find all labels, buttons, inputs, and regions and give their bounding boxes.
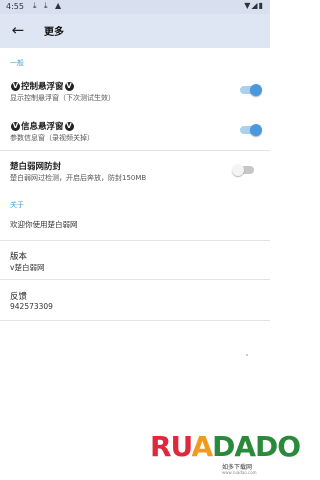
feedback-title: 反馈 <box>10 292 28 302</box>
version-title: 版本 <box>10 252 28 262</box>
scroll-dot <box>246 354 248 356</box>
arrow-left-icon[interactable]: ← <box>8 20 28 40</box>
warning-icon: ▲ <box>55 1 62 10</box>
status-bar: 4:55 ⤓ ⤓ ▲ ▼◢▮ <box>0 0 270 14</box>
toggle-float-info[interactable] <box>240 124 262 136</box>
welcome-row: 欢迎你使用楚白弱网 <box>0 216 270 236</box>
divider <box>0 240 270 241</box>
toggle-knob <box>250 124 262 136</box>
v-badge-icon: V <box>64 122 74 131</box>
setting-title: 楚白弱网防封 <box>10 162 62 172</box>
toggle-float-control[interactable] <box>240 84 262 96</box>
toggle-knob <box>250 84 262 96</box>
toggle-anti-block[interactable] <box>232 164 254 176</box>
version-row[interactable]: 版本 v楚白弱网 <box>0 246 270 276</box>
download-icon: ⤓ <box>33 1 37 10</box>
setting-title: V 控制悬浮窗 V <box>11 82 74 92</box>
app-bar: ← 更多 <box>0 14 270 48</box>
divider <box>0 320 270 321</box>
v-badge-icon: V <box>11 82 20 91</box>
feedback-row[interactable]: 反馈 942573309 <box>0 286 270 316</box>
welcome-text: 欢迎你使用楚白弱网 <box>10 220 78 229</box>
setting-title: V 信息悬浮窗 V <box>11 122 74 132</box>
setting-anti-block[interactable]: 楚白弱网防封 楚白弱网过检测，开启后奔放，防封150MB <box>0 156 270 188</box>
watermark-logo: RUADADO 如多下载网 www.ruadao.com <box>150 430 301 476</box>
setting-float-control[interactable]: V 控制悬浮窗 V 显示控制悬浮窗（下次测试生效） <box>0 76 270 108</box>
setting-subtitle: 楚白弱网过检测，开启后奔放，防封150MB <box>10 174 147 182</box>
signal-battery-icons: ▼◢▮ <box>244 1 264 10</box>
setting-subtitle: 显示控制悬浮窗（下次测试生效） <box>10 94 115 102</box>
v-badge-icon: V <box>64 82 74 91</box>
watermark-url: www.ruadao.com <box>222 470 257 475</box>
divider <box>0 279 270 280</box>
feedback-value: 942573309 <box>10 302 53 311</box>
section-general: 一般 <box>10 59 24 67</box>
section-about: 关于 <box>10 201 24 209</box>
watermark-brand: RUADADO <box>150 430 301 463</box>
page-title: 更多 <box>44 27 64 38</box>
status-time: 4:55 <box>6 2 24 11</box>
v-badge-icon: V <box>11 122 20 131</box>
toggle-knob <box>232 164 244 176</box>
divider <box>0 150 270 151</box>
download-icon: ⤓ <box>44 1 48 10</box>
setting-subtitle: 参数信息窗（录视频关掉） <box>10 134 94 142</box>
version-value: v楚白弱网 <box>10 263 45 272</box>
setting-float-info[interactable]: V 信息悬浮窗 V 参数信息窗（录视频关掉） <box>0 116 270 148</box>
